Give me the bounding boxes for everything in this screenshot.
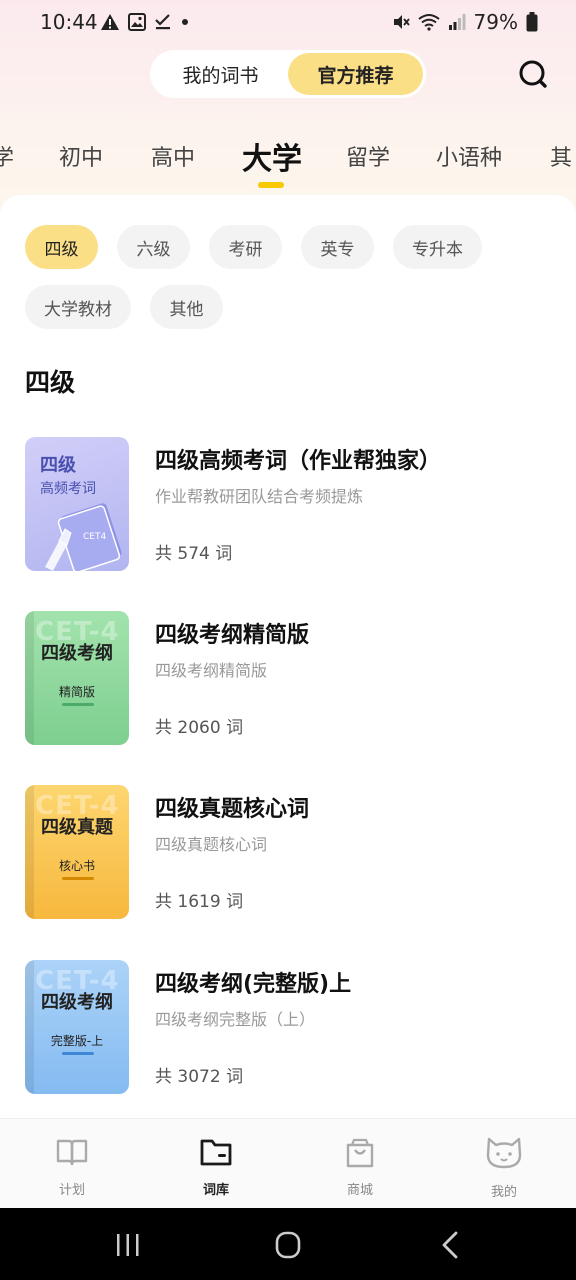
- active-tab-indicator: [258, 182, 284, 188]
- battery-icon: [526, 12, 538, 32]
- book-item[interactable]: CET-4 四级考纲 完整版-上 四级考纲(完整版)上 四级考纲完整版（上） 共…: [25, 960, 551, 1095]
- book-cover: CET-4 四级考纲 精简版: [25, 611, 129, 745]
- book-word-count: 共 1619 词: [155, 892, 244, 912]
- category-tabs: 学 初中 高中 大学 留学 小语种 其: [0, 130, 576, 190]
- nav-word-library-label: 词库: [202, 1183, 229, 1198]
- cover-underline: [62, 1052, 94, 1055]
- cover-title: 四级考纲: [41, 643, 113, 664]
- cover-subtitle: 核心书: [58, 859, 95, 873]
- battery-percent: 79%: [473, 10, 518, 34]
- checklist-icon: [155, 14, 170, 30]
- cover-title: 四级: [40, 455, 76, 476]
- tab-other-partial[interactable]: 其: [550, 140, 572, 172]
- book-open-icon: [56, 1139, 88, 1166]
- cover-subtitle: 高频考词: [40, 481, 96, 497]
- cover-spine: [25, 611, 34, 745]
- filter-chip-postgrad[interactable]: 考研: [209, 225, 282, 269]
- cover-underline: [62, 877, 94, 880]
- book-description: 四级真题核心词: [155, 835, 268, 854]
- book-description: 四级考纲精简版: [155, 661, 268, 680]
- book-title: 四级高频考词（作业帮独家）: [155, 449, 442, 474]
- recent-apps-icon: [117, 1234, 139, 1256]
- book-word-count: 共 2060 词: [155, 718, 244, 738]
- back-button[interactable]: [430, 1228, 470, 1262]
- filter-chip-english-major[interactable]: 英专: [301, 225, 374, 269]
- book-list-panel: 四级 六级 考研 英专 专升本 大学教材 其他 四级 四级 高频考词 CET4 …: [0, 195, 576, 1120]
- tab-junior-high[interactable]: 初中: [59, 140, 103, 172]
- filter-chip-textbooks[interactable]: 大学教材: [25, 285, 131, 329]
- book-cover: CET-4 四级考纲 完整版-上: [25, 960, 129, 1094]
- home-icon: [275, 1231, 301, 1259]
- signal-icon: [448, 14, 466, 30]
- book-description: 四级考纲完整版（上）: [155, 1010, 316, 1029]
- cover-spine: [25, 785, 34, 919]
- search-button[interactable]: [514, 55, 552, 93]
- segment-my-books[interactable]: 我的词书: [153, 53, 288, 95]
- nav-plan-label: 计划: [58, 1183, 85, 1198]
- bottom-navigation: 计划 词库 商城 我的: [0, 1118, 576, 1208]
- nav-word-library[interactable]: 词库: [166, 1119, 266, 1209]
- tab-university[interactable]: 大学: [242, 134, 302, 178]
- filter-chip-other[interactable]: 其他: [150, 285, 223, 329]
- book-word-count: 共 3072 词: [155, 1067, 244, 1087]
- cover-title: 四级真题: [41, 817, 113, 838]
- segment-official-recommend[interactable]: 官方推荐: [288, 53, 423, 95]
- book-item[interactable]: CET-4 四级考纲 精简版 四级考纲精简版 四级考纲精简版 共 2060 词: [25, 611, 551, 746]
- book-title: 四级考纲精简版: [155, 623, 310, 648]
- tab-study-abroad[interactable]: 留学: [346, 140, 390, 172]
- filter-chip-cet4[interactable]: 四级: [25, 225, 98, 269]
- status-time: 10:44: [40, 10, 98, 34]
- nav-plan[interactable]: 计划: [22, 1119, 122, 1209]
- search-icon: [519, 60, 547, 88]
- cat-face-icon: [486, 1137, 522, 1169]
- book-item[interactable]: 四级 高频考词 CET4 四级高频考词（作业帮独家） 作业帮教研团队结合考频提炼…: [25, 437, 551, 572]
- book-item[interactable]: CET-4 四级真题 核心书 四级真题核心词 四级真题核心词 共 1619 词: [25, 785, 551, 920]
- status-right-icons: 79%: [392, 10, 538, 34]
- nav-profile[interactable]: 我的: [454, 1119, 554, 1209]
- filter-chip-cet6[interactable]: 六级: [117, 225, 190, 269]
- cover-spine: [25, 960, 34, 1094]
- folder-icon: [200, 1139, 232, 1166]
- tab-minor-languages[interactable]: 小语种: [436, 140, 502, 172]
- nav-shop-label: 商城: [346, 1183, 373, 1198]
- recent-apps-button[interactable]: [108, 1228, 148, 1262]
- tab-partial-left[interactable]: 学: [0, 140, 14, 172]
- cover-badge: CET4: [83, 532, 106, 542]
- home-button[interactable]: [268, 1228, 308, 1262]
- pen-book-icon: CET4: [45, 503, 122, 571]
- shopping-bag-icon: [346, 1138, 374, 1168]
- status-notification-icons: [100, 13, 190, 31]
- filter-chip-upgrade[interactable]: 专升本: [393, 225, 482, 269]
- system-navigation-bar: [0, 1208, 576, 1280]
- section-title: 四级: [25, 368, 76, 397]
- book-word-count: 共 574 词: [155, 544, 233, 564]
- cover-underline: [62, 703, 94, 706]
- book-cover: CET-4 四级真题 核心书: [25, 785, 129, 919]
- nav-profile-label: 我的: [490, 1185, 517, 1200]
- cover-subtitle: 精简版: [58, 685, 95, 699]
- tab-senior-high[interactable]: 高中: [151, 140, 195, 172]
- nav-shop[interactable]: 商城: [310, 1119, 410, 1209]
- book-title: 四级考纲(完整版)上: [155, 972, 352, 997]
- book-description: 作业帮教研团队结合考频提炼: [155, 487, 364, 506]
- warning-icon: [101, 14, 119, 30]
- dot-icon: [182, 19, 188, 25]
- wifi-icon: [417, 14, 440, 31]
- mute-icon: [393, 15, 410, 29]
- back-icon: [442, 1231, 458, 1259]
- cover-title: 四级考纲: [41, 992, 113, 1013]
- book-source-switch: 我的词书 官方推荐: [150, 50, 426, 98]
- cover-subtitle: 完整版-上: [50, 1034, 104, 1048]
- book-cover: 四级 高频考词 CET4: [25, 437, 129, 571]
- book-title: 四级真题核心词: [155, 797, 310, 822]
- status-bar: 10:44 79%: [0, 0, 576, 46]
- image-icon: [128, 13, 146, 31]
